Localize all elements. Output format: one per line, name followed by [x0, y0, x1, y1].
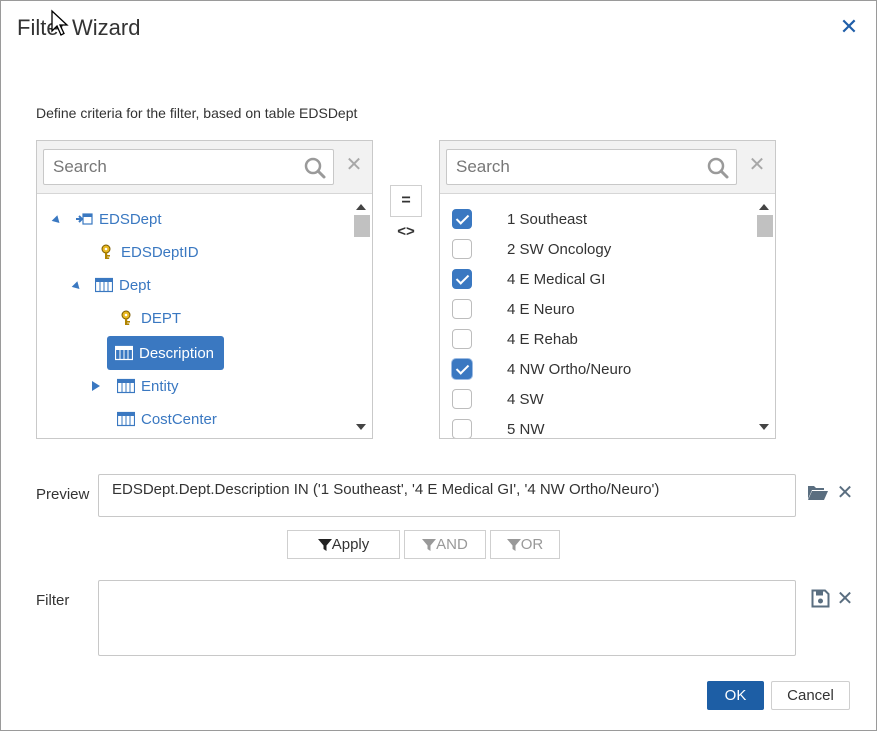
field-tree: EDSDept EDSDeptID Dept DEPT Description … [37, 193, 372, 438]
filter-box[interactable] [98, 580, 796, 656]
clear-preview-icon[interactable]: ✕ [835, 483, 855, 503]
save-icon[interactable] [811, 589, 830, 608]
list-item-label: 4 E Medical GI [507, 270, 606, 288]
clear-filter-icon[interactable]: ✕ [835, 589, 855, 609]
tree-node-label: EDSDept [99, 210, 162, 228]
checkbox[interactable] [452, 209, 472, 229]
tree-node-edsdept[interactable]: EDSDept [75, 204, 162, 234]
list-item-label: 4 E Neuro [507, 300, 575, 318]
and-label: AND [436, 536, 468, 553]
apply-button[interactable]: Apply [287, 530, 400, 559]
checkbox[interactable] [452, 239, 472, 259]
tree-node-dept[interactable]: Dept [95, 270, 151, 300]
collapse-icon[interactable] [71, 281, 83, 292]
filter-icon [422, 538, 437, 551]
criteria-label: Define criteria for the filter, based on… [36, 105, 358, 121]
list-item-label: 5 NW [507, 420, 545, 438]
list-item-label: 4 E Rehab [507, 330, 578, 348]
expand-icon[interactable] [92, 381, 100, 391]
tree-node-label: Entity [141, 377, 179, 395]
tree-node-label: EDSDeptID [121, 243, 199, 261]
or-button[interactable]: OR [490, 530, 560, 559]
checkbox[interactable] [452, 299, 472, 319]
search-icon[interactable] [303, 156, 327, 180]
clear-search-icon[interactable]: ✕ [747, 155, 767, 175]
checkbox[interactable] [452, 359, 472, 379]
list-item[interactable]: 4 E Neuro [440, 294, 755, 324]
open-folder-icon[interactable] [807, 482, 829, 502]
or-label: OR [520, 536, 544, 553]
key-icon [101, 244, 111, 259]
table-link-icon [76, 213, 93, 225]
list-item[interactable]: 4 E Medical GI [440, 264, 755, 294]
collapse-icon[interactable] [51, 215, 63, 226]
list-item[interactable]: 4 E Rehab [440, 324, 755, 354]
table-icon [117, 411, 135, 427]
tree-node-entity[interactable]: Entity [117, 371, 179, 401]
scroll-down-arrow-icon[interactable] [356, 424, 366, 430]
value-list: 1 Southeast 2 SW Oncology 4 E Medical GI… [440, 193, 775, 438]
filter-icon [506, 538, 521, 551]
search-icon[interactable] [706, 156, 730, 180]
filter-label: Filter [36, 592, 70, 609]
tree-node-label: DEPT [141, 309, 182, 327]
apply-label: Apply [331, 536, 370, 553]
value-list-panel: ✕ 1 Southeast 2 SW Oncology 4 E Medical … [439, 140, 776, 439]
table-icon [115, 345, 133, 361]
list-item-label: 4 SW [507, 390, 544, 408]
not-equals-operator-button[interactable]: <> [390, 223, 422, 240]
clear-search-icon[interactable]: ✕ [344, 155, 364, 175]
list-item[interactable]: 2 SW Oncology [440, 234, 755, 264]
list-item[interactable]: 4 SW [440, 384, 755, 414]
list-item-label: 4 NW Ortho/Neuro [507, 360, 632, 378]
preview-label: Preview [36, 486, 90, 503]
tree-node-dept-key[interactable]: DEPT [117, 303, 181, 333]
filter-wizard-dialog: Filter Wizard ✕ Define criteria for the … [0, 0, 877, 731]
tree-node-label: Description [139, 344, 215, 362]
scroll-thumb[interactable] [757, 215, 773, 237]
tree-node-costcenter[interactable]: CostCenter [117, 404, 217, 434]
and-button[interactable]: AND [404, 530, 486, 559]
tree-scrollbar[interactable] [352, 194, 372, 438]
list-item-label: 1 Southeast [507, 210, 588, 228]
table-icon [95, 277, 113, 293]
scroll-thumb[interactable] [354, 215, 370, 237]
checkbox[interactable] [452, 419, 472, 438]
list-scrollbar[interactable] [755, 194, 775, 438]
checkbox[interactable] [452, 389, 472, 409]
preview-box[interactable]: EDSDept.Dept.Description IN ('1 Southeas… [98, 474, 796, 517]
list-item[interactable]: 4 NW Ortho/Neuro [440, 354, 755, 384]
ok-button[interactable]: OK [707, 681, 764, 710]
field-search-box[interactable] [43, 149, 334, 185]
tree-node-label: CostCenter [141, 410, 217, 428]
list-item[interactable]: 5 NW [440, 414, 755, 438]
value-search-box[interactable] [446, 149, 737, 185]
field-search-input[interactable] [44, 150, 333, 184]
list-item[interactable]: 1 Southeast [440, 204, 755, 234]
tree-node-description[interactable]: Description [107, 336, 225, 370]
scroll-up-arrow-icon[interactable] [759, 204, 769, 210]
checkbox[interactable] [452, 329, 472, 349]
table-icon [117, 378, 135, 394]
tree-node-label: Dept [119, 276, 151, 294]
scroll-down-arrow-icon[interactable] [759, 424, 769, 430]
field-tree-panel: ✕ EDSDept ED [36, 140, 373, 439]
cancel-button[interactable]: Cancel [771, 681, 850, 710]
value-search-input[interactable] [447, 150, 736, 184]
scroll-up-arrow-icon[interactable] [356, 204, 366, 210]
filter-icon [317, 538, 332, 551]
dialog-title: Filter Wizard [17, 15, 141, 40]
close-icon[interactable]: ✕ [839, 16, 859, 38]
tree-node-edsdeptid[interactable]: EDSDeptID [97, 237, 199, 267]
checkbox[interactable] [452, 269, 472, 289]
list-item-label: 2 SW Oncology [507, 240, 612, 258]
equals-operator-button[interactable]: = [390, 185, 422, 217]
key-icon [121, 310, 131, 325]
mouse-cursor-icon [51, 9, 69, 36]
